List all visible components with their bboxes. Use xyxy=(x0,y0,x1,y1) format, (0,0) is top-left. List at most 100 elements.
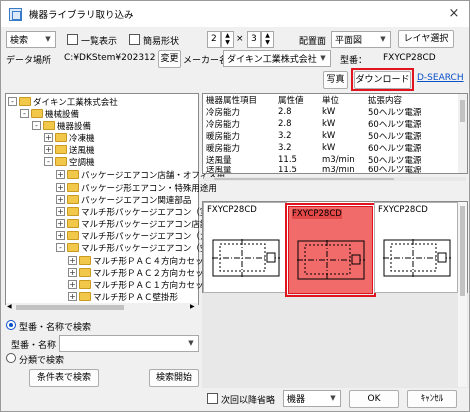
preview-card-selected[interactable]: FXYCP28CD xyxy=(288,206,373,294)
category-radio[interactable] xyxy=(6,353,16,363)
close-button[interactable]: × xyxy=(445,5,463,23)
tree-node[interactable]: + マルチ形ＰＡＣ１方向カセット xyxy=(68,279,212,291)
expand-icon[interactable]: + xyxy=(68,256,77,265)
collapse-icon[interactable]: - xyxy=(44,157,53,166)
expand-icon[interactable]: + xyxy=(56,195,65,204)
table-header-row: 機器属性項目 属性値 単位 拡張内容 xyxy=(204,94,458,106)
condition-search-button[interactable]: 条件表で検索 xyxy=(29,369,99,387)
collapse-icon[interactable]: - xyxy=(32,121,41,130)
photo-button[interactable]: 写真 xyxy=(323,71,348,89)
tree-node[interactable]: - 空調機 xyxy=(44,156,95,168)
table-hscroll[interactable] xyxy=(204,177,466,181)
tree-node[interactable]: - 機械設備 xyxy=(20,108,79,120)
folder-icon xyxy=(55,145,67,154)
maker-combo[interactable]: ダイキン工業株式会社 ▼ xyxy=(223,50,331,67)
rows-spinner[interactable]: ▲ ▼ xyxy=(221,31,234,48)
table-hscroll-thumb[interactable] xyxy=(214,178,394,180)
tree-node[interactable]: + マルチ形ＰＡＣ２方向カセット xyxy=(68,267,212,279)
expand-icon[interactable]: + xyxy=(56,207,65,216)
category-value: 検索 xyxy=(10,36,29,46)
table-cell: 50ヘルツ電源 xyxy=(368,156,422,166)
tree-node[interactable]: - 機器設備 xyxy=(32,120,91,132)
expand-icon[interactable]: + xyxy=(68,280,77,289)
table-cell: 冷房能力 xyxy=(206,108,241,118)
radio-dot xyxy=(9,323,13,327)
cols-field[interactable]: 3 xyxy=(247,31,261,48)
table-row[interactable]: 冷房能力 2.8 kW 50ヘルツ電源 xyxy=(204,106,458,118)
search-start-button[interactable]: 検索開始 xyxy=(149,369,199,387)
table-row[interactable]: 送風量 11.5 m3/min 60ヘルツ電源 xyxy=(204,166,458,174)
expand-icon[interactable]: + xyxy=(56,231,65,240)
tree-hscroll[interactable]: ◀ ▶ xyxy=(6,303,198,312)
attribute-table: 機器属性項目 属性値 単位 拡張内容 冷房能力 2.8 kW 50ヘルツ電源 冷房能力… xyxy=(204,94,458,174)
location-label: データ場所 xyxy=(6,56,52,66)
table-row[interactable]: 冷房能力 2.8 kW 60ヘルツ電源 xyxy=(204,118,458,130)
skip-next-label: 次回以降省略 xyxy=(221,396,276,406)
d-search-link[interactable]: D-SEARCH xyxy=(417,73,464,83)
tree-node[interactable]: + マルチ形パッケージエアコン（室外機 xyxy=(56,206,225,218)
expand-icon[interactable]: + xyxy=(68,268,77,277)
table-vscroll[interactable] xyxy=(458,94,467,173)
tree-node[interactable]: + マルチ形パッケージエアコン（ガスH xyxy=(56,230,223,242)
preview-card[interactable]: FXYCP28CD xyxy=(374,202,458,293)
collapse-icon[interactable]: - xyxy=(8,97,17,106)
preview-vscroll[interactable] xyxy=(458,202,467,387)
table-row[interactable]: 暖房能力 3.2 kW 50ヘルツ電源 xyxy=(204,130,458,142)
tree-node[interactable]: + パッケージエアコン店舗・オフィス用 xyxy=(56,169,225,181)
table-vscroll-thumb[interactable] xyxy=(460,100,465,122)
tree-node-label: ダイキン工業株式会社 xyxy=(33,97,118,108)
ok-button[interactable]: OK xyxy=(349,390,399,408)
tree-node[interactable]: + パッケージ形エアコン・特殊用途用 xyxy=(56,182,217,194)
expand-icon[interactable]: + xyxy=(44,145,53,154)
tree-node[interactable]: - ダイキン工業株式会社 xyxy=(8,96,118,108)
tree-node[interactable]: + マルチ形ＰＡＣ４方向カセット xyxy=(68,255,212,267)
cols-spinner[interactable]: ▲ ▼ xyxy=(261,31,274,48)
category-combo[interactable]: 検索 ▼ xyxy=(6,31,56,48)
folder-icon xyxy=(67,183,79,192)
location-value: C:¥DKStem¥202312 xyxy=(64,53,156,63)
tree-hscroll-thumb[interactable] xyxy=(16,305,124,310)
table-cell: 3.2 xyxy=(278,131,292,141)
folder-icon xyxy=(43,121,55,130)
skip-next-checkbox[interactable] xyxy=(207,393,218,404)
tree-node-label: 送風機 xyxy=(69,145,95,156)
folder-icon xyxy=(79,280,91,289)
table-row[interactable]: 送風量 11.5 m3/min 50ヘルツ電源 xyxy=(204,154,458,166)
tree-node[interactable]: + 冷凍機 xyxy=(44,132,95,144)
category-tree[interactable]: - ダイキン工業株式会社 - 機械設備 - 機器設備 + 冷凍機 + 送風機 - 空調機 + パッケージエ… xyxy=(5,93,259,305)
expand-icon[interactable]: + xyxy=(68,292,77,301)
tree-node[interactable]: + パッケージエアコン関連部品 xyxy=(56,194,192,206)
collapse-icon[interactable]: - xyxy=(20,109,29,118)
placement-combo[interactable]: 平面図 ▼ xyxy=(331,31,391,48)
table-cell: 2.8 xyxy=(278,107,292,117)
collapse-icon[interactable]: - xyxy=(56,243,65,252)
table-cell: 60ヘルツ電源 xyxy=(368,144,422,154)
list-display-checkbox[interactable] xyxy=(67,34,78,45)
layer-select-button[interactable]: レイヤ選択 xyxy=(398,30,454,48)
preview-card[interactable]: FXYCP28CD xyxy=(203,202,287,293)
table-cell: kW xyxy=(322,143,336,153)
model-name-radio[interactable] xyxy=(6,320,16,330)
expand-icon[interactable]: + xyxy=(56,219,65,228)
model-name-combo[interactable]: ▼ xyxy=(59,335,199,352)
window-title: 機器ライブラリ取り込み xyxy=(29,10,134,21)
tree-node[interactable]: - マルチ形パッケージエアコン（空冷H xyxy=(56,242,223,254)
expand-icon[interactable]: + xyxy=(44,133,53,142)
table-row[interactable]: 暖房能力 3.2 kW 60ヘルツ電源 xyxy=(204,142,458,154)
preview-vscroll-thumb[interactable] xyxy=(460,206,465,296)
expand-icon[interactable]: + xyxy=(56,170,65,179)
tree-node[interactable]: + マルチ形ＰＡＣ壁掛形 xyxy=(68,291,178,303)
cancel-button[interactable]: ｷｬﾝｾﾙ xyxy=(407,390,457,408)
type-combo[interactable]: 機器 ▼ xyxy=(283,390,341,407)
tree-node-label: パッケージエアコン関連部品 xyxy=(81,195,192,206)
folder-icon xyxy=(79,256,91,265)
folder-icon xyxy=(67,243,79,252)
tree-node[interactable]: + 送風機 xyxy=(44,144,95,156)
simple-shape-checkbox[interactable] xyxy=(129,34,140,45)
change-button[interactable]: 変更 xyxy=(158,50,181,68)
download-button[interactable]: ダウンロード xyxy=(354,71,411,89)
folder-icon xyxy=(79,292,91,301)
rows-field[interactable]: 2 xyxy=(207,31,221,48)
expand-icon[interactable]: + xyxy=(56,183,65,192)
model-name-label: 型番・名称 xyxy=(11,341,57,351)
